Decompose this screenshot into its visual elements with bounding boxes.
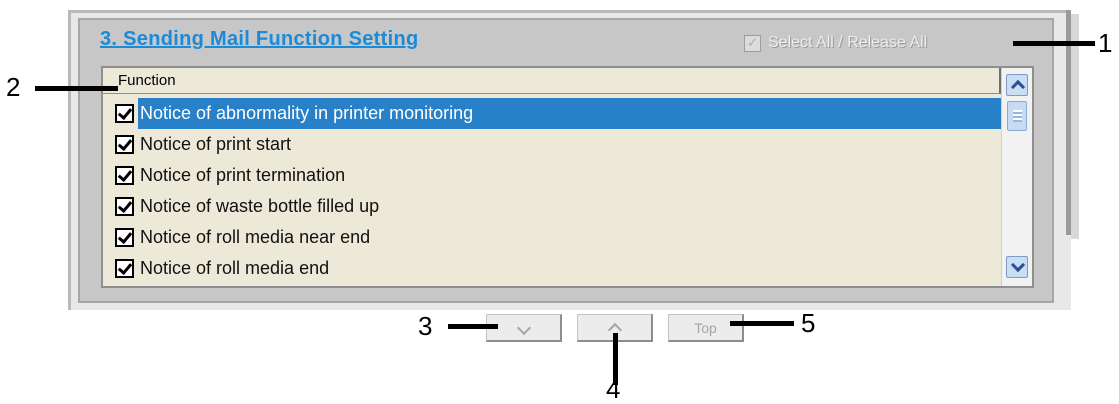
select-all-label: Select All / Release All: [768, 34, 928, 51]
select-all-checkbox[interactable]: ✓ Select All / Release All: [744, 32, 927, 54]
callout-number-5: 5: [801, 308, 816, 338]
list-column-header[interactable]: Function: [103, 68, 1001, 94]
list-item[interactable]: Notice of waste bottle filled up: [103, 191, 1001, 222]
panel-shadow: [1071, 14, 1079, 239]
scroll-down-button[interactable]: [1006, 256, 1028, 278]
list-item-label: Notice of roll media end: [140, 258, 330, 278]
function-list: Notice of abnormality in printer monitor…: [103, 98, 1001, 284]
item-checkbox[interactable]: [115, 104, 134, 123]
item-checkbox[interactable]: [115, 166, 134, 185]
scroll-thumb[interactable]: [1007, 101, 1027, 131]
list-item-label: Notice of waste bottle filled up: [140, 196, 380, 216]
callout-line-3: [448, 324, 498, 329]
checkmark-icon: ✓: [744, 34, 761, 52]
callout-line-5: [730, 321, 794, 326]
list-item-label: Notice of abnormality in printer monitor…: [138, 98, 1001, 129]
callout-number-1: 1: [1098, 28, 1113, 58]
list-item-label: Notice of print termination: [140, 165, 346, 185]
list-item[interactable]: Notice of print termination: [103, 160, 1001, 191]
callout-line-2: [35, 86, 118, 91]
chevron-down-icon: [516, 320, 531, 336]
section-title-link[interactable]: 3. Sending Mail Function Setting: [100, 28, 419, 51]
panel-top-border: [68, 10, 1071, 13]
callout-number-4: 4: [606, 374, 621, 404]
item-checkbox[interactable]: [115, 259, 134, 278]
function-listbox[interactable]: Function Notice of abnormality in printe…: [101, 66, 1034, 288]
callout-number-2: 2: [6, 72, 21, 102]
move-top-button[interactable]: Top: [668, 314, 744, 342]
item-checkbox[interactable]: [115, 135, 134, 154]
list-scrollbar[interactable]: [1001, 68, 1032, 286]
list-item[interactable]: Notice of roll media end: [103, 253, 1001, 284]
list-item-label: Notice of roll media near end: [140, 227, 371, 247]
item-checkbox[interactable]: [115, 228, 134, 247]
panel-left-border: [68, 10, 71, 310]
list-item-label: Notice of print start: [140, 134, 292, 154]
callout-number-3: 3: [418, 311, 433, 341]
list-item[interactable]: Notice of roll media near end: [103, 222, 1001, 253]
list-item[interactable]: Notice of print start: [103, 129, 1001, 160]
list-item[interactable]: Notice of abnormality in printer monitor…: [103, 98, 1001, 129]
scroll-up-button[interactable]: [1006, 74, 1028, 96]
item-checkbox[interactable]: [115, 197, 134, 216]
callout-line-1: [1013, 41, 1095, 46]
